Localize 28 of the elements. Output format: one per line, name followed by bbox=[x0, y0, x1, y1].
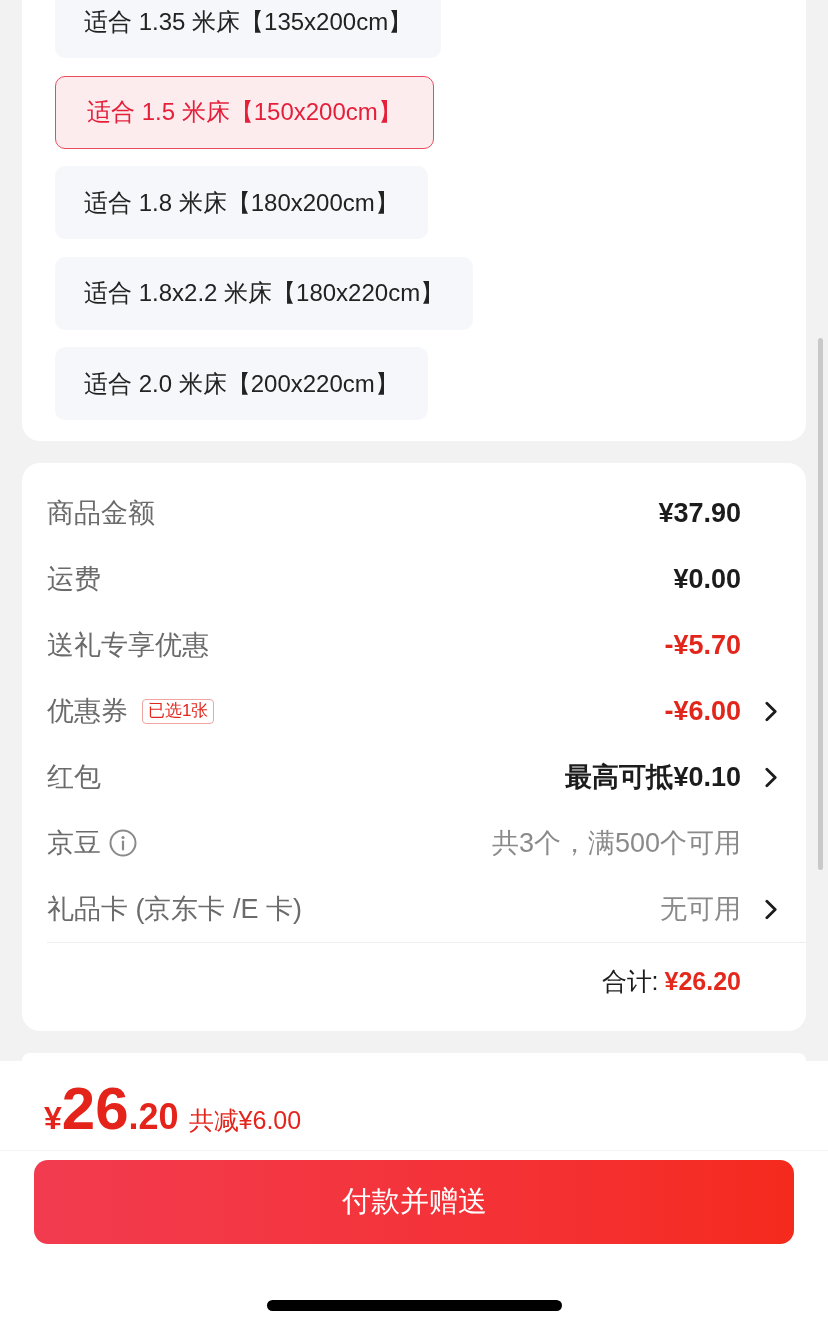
summary-label: 礼品卡 (京东卡 /E 卡) bbox=[47, 892, 302, 926]
summary-label: 运费 bbox=[47, 562, 101, 596]
size-option[interactable]: 适合 2.0 米床【200x220cm】 bbox=[55, 347, 428, 420]
chevron-right-icon[interactable] bbox=[765, 766, 778, 788]
total-price: ¥26.20 bbox=[44, 1079, 179, 1139]
size-option[interactable]: 适合 1.8 米床【180x200cm】 bbox=[55, 166, 428, 239]
coupon-tag: 已选1张 bbox=[142, 698, 215, 724]
size-option[interactable]: 适合 1.8x2.2 米床【180x220cm】 bbox=[55, 256, 474, 330]
chevron-right-icon[interactable] bbox=[765, 898, 778, 920]
summary-value[interactable]: -¥6.00 bbox=[664, 690, 741, 732]
summary-value[interactable]: 最高可抵¥0.10 bbox=[565, 756, 741, 798]
total-value: ¥26.20 bbox=[664, 966, 741, 998]
total-label: 合计: bbox=[601, 966, 659, 998]
summary-label: 优惠券 bbox=[47, 694, 128, 728]
summary-value: -¥5.70 bbox=[664, 628, 741, 662]
info-icon[interactable] bbox=[109, 829, 137, 857]
summary-value: 共3个，满500个可用 bbox=[491, 826, 741, 860]
summary-label: 京豆 bbox=[47, 826, 101, 860]
chevron-right-icon[interactable] bbox=[765, 700, 778, 722]
pay-button[interactable]: 付款并赠送 bbox=[34, 1160, 794, 1244]
summary-value: ¥37.90 bbox=[658, 496, 741, 530]
summary-value: ¥0.00 bbox=[673, 562, 741, 596]
savings-text: 共减¥6.00 bbox=[188, 1108, 302, 1133]
summary-label: 红包 bbox=[47, 760, 101, 794]
summary-label: 商品金额 bbox=[47, 496, 155, 530]
summary-label: 送礼专享优惠 bbox=[47, 628, 209, 662]
size-option[interactable]: 适合 1.35 米床【135x200cm】 bbox=[55, 0, 442, 58]
size-option[interactable]: 适合 1.5 米床【150x200cm】 bbox=[55, 75, 434, 149]
